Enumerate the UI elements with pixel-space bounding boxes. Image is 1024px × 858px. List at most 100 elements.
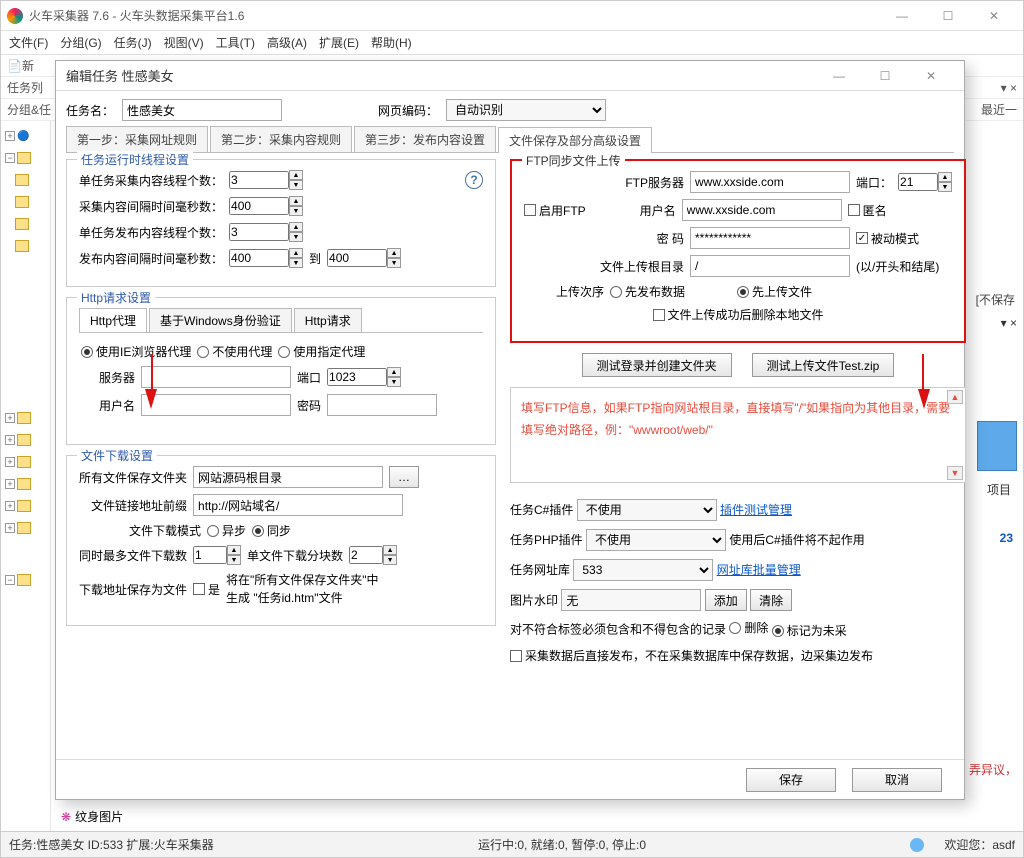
scroll-up-icon[interactable]: ▲ <box>947 390 963 404</box>
close-button[interactable]: ✕ <box>971 1 1017 31</box>
radio-no-proxy[interactable]: 不使用代理 <box>197 343 272 360</box>
menu-task[interactable]: 任务(J) <box>114 34 152 51</box>
radio-async[interactable]: 异步 <box>207 522 246 539</box>
tab-step2[interactable]: 第二步：采集内容规则 <box>210 126 352 152</box>
proxy-server-input[interactable] <box>141 366 291 388</box>
check-anonymous[interactable]: 匿名 <box>848 202 887 219</box>
proxy-user-input[interactable] <box>141 394 291 416</box>
tab-step1[interactable]: 第一步：采集网址规则 <box>66 126 208 152</box>
url-prefix-input[interactable] <box>193 494 403 516</box>
blue-icon <box>977 421 1017 471</box>
clear-watermark-button[interactable]: 清除 <box>750 589 792 611</box>
radio-custom-proxy[interactable]: 使用指定代理 <box>278 343 365 360</box>
dialog-close[interactable]: ✕ <box>908 61 954 91</box>
http-settings: Http请求设置 Http代理 基于Windows身份验证 Http请求 使用I… <box>66 297 496 445</box>
publish-interval-to[interactable] <box>327 249 387 267</box>
status-left: 任务:性感美女 ID:533 扩展:火车采集器 <box>9 836 214 853</box>
recent-label: 最近一 <box>981 101 1017 118</box>
watermark-input[interactable] <box>561 589 701 611</box>
proxy-port-input[interactable] <box>327 368 387 386</box>
user-icon <box>910 838 924 852</box>
subtab-proxy[interactable]: Http代理 <box>79 308 147 332</box>
app-title: 火车采集器 7.6 - 火车头数据采集平台1.6 <box>29 7 244 24</box>
cs-plugin-select[interactable]: 不使用 <box>577 499 717 521</box>
project-label: 项目 <box>987 481 1011 498</box>
radio-ie-proxy[interactable]: 使用IE浏览器代理 <box>81 343 191 360</box>
side-panel-close[interactable]: ▾ × <box>1001 316 1017 330</box>
publish-interval-from[interactable] <box>229 249 289 267</box>
ftp-settings: FTP同步文件上传 FTP服务器 端口： ▲▼ 启用FTP 用户名 匿名 <box>510 159 966 343</box>
menu-tools[interactable]: 工具(T) <box>216 34 255 51</box>
browse-folder-button[interactable]: … <box>389 466 419 488</box>
ftp-root-input[interactable] <box>690 255 850 277</box>
menu-group[interactable]: 分组(G) <box>60 34 101 51</box>
collect-threads-input[interactable] <box>229 171 289 189</box>
tattoo-item[interactable]: ❋纹身图片 <box>61 808 123 825</box>
php-plugin-select[interactable]: 不使用 <box>586 529 726 551</box>
tab-step3[interactable]: 第三步：发布内容设置 <box>354 126 496 152</box>
scroll-down-icon[interactable]: ▼ <box>947 466 963 480</box>
sidebar-close[interactable]: ▾ × <box>1001 81 1017 95</box>
save-button[interactable]: 保存 <box>746 768 836 792</box>
menu-file[interactable]: 文件(F) <box>9 34 48 51</box>
side-label-nosave: [不保存 <box>976 291 1015 308</box>
menu-advanced[interactable]: 高级(A) <box>267 34 307 51</box>
max-downloads-input[interactable] <box>193 546 227 564</box>
chunk-input[interactable] <box>349 546 383 564</box>
task-tree[interactable]: +🔵 − + + + + + + − <box>1 121 51 831</box>
collect-interval-input[interactable] <box>229 197 289 215</box>
test-login-button[interactable]: 测试登录并创建文件夹 <box>582 353 732 377</box>
dialog-minimize[interactable]: — <box>816 61 862 91</box>
status-welcome: 欢迎您：asdf <box>944 836 1015 853</box>
menubar: 文件(F) 分组(G) 任务(J) 视图(V) 工具(T) 高级(A) 扩展(E… <box>1 31 1023 55</box>
radio-upload-first[interactable]: 先上传文件 <box>737 283 812 300</box>
check-del-local[interactable]: 文件上传成功后删除本地文件 <box>653 306 824 323</box>
download-settings: 文件下载设置 所有文件保存文件夹 … 文件链接地址前缀 文件下载模式 异步 同步 <box>66 455 496 626</box>
menu-ext[interactable]: 扩展(E) <box>319 34 359 51</box>
task-name-input[interactable] <box>122 99 282 121</box>
main-titlebar: 火车采集器 7.6 - 火车头数据采集平台1.6 — ☐ ✕ <box>1 1 1023 31</box>
radio-tag-mark[interactable]: 标记为未采 <box>772 622 847 639</box>
subtab-http[interactable]: Http请求 <box>294 308 362 332</box>
ftp-user-input[interactable] <box>682 199 842 221</box>
badge-23: 23 <box>1000 531 1013 545</box>
dialog-maximize[interactable]: ☐ <box>862 61 908 91</box>
tab-step4[interactable]: 文件保存及部分高级设置 <box>498 127 652 153</box>
plugin-test-link[interactable]: 插件测试管理 <box>720 503 792 517</box>
radio-tag-delete[interactable]: 删除 <box>729 619 768 636</box>
help-icon[interactable]: ? <box>465 171 483 189</box>
thread-settings: 任务运行时线程设置 单任务采集内容线程个数： ▲▼ ? 采集内容间隔时间毫秒数：… <box>66 159 496 287</box>
test-upload-button[interactable]: 测试上传文件Test.zip <box>752 353 895 377</box>
minimize-button[interactable]: — <box>879 1 925 31</box>
edit-task-dialog: 编辑任务 性感美女 — ☐ ✕ 任务名： 网页编码： 自动识别 第一步：采集网址… <box>55 60 965 800</box>
task-name-label: 任务名： <box>66 102 114 119</box>
check-passive[interactable]: 被动模式 <box>856 230 919 247</box>
maximize-button[interactable]: ☐ <box>925 1 971 31</box>
info-box: 填写FTP信息，如果FTP指向网站根目录，直接填写"/"如果指向为其他目录，需要… <box>510 387 966 483</box>
menu-help[interactable]: 帮助(H) <box>371 34 412 51</box>
new-doc[interactable]: 新 <box>22 57 34 74</box>
ftp-pwd-input[interactable] <box>690 227 850 249</box>
cancel-button[interactable]: 取消 <box>852 768 942 792</box>
step-tabs: 第一步：采集网址规则 第二步：采集内容规则 第三步：发布内容设置 文件保存及部分… <box>66 127 954 153</box>
url-db-link[interactable]: 网址库批量管理 <box>717 563 801 577</box>
status-run: 运行中:0, 就绪:0, 暂停:0, 停止:0 <box>478 836 646 853</box>
radio-sync[interactable]: 同步 <box>252 522 291 539</box>
menu-view[interactable]: 视图(V) <box>164 34 204 51</box>
url-db-select[interactable]: 533 <box>573 559 713 581</box>
save-folder-input[interactable] <box>193 466 383 488</box>
proxy-pwd-input[interactable] <box>327 394 437 416</box>
app-icon <box>7 8 23 24</box>
check-enable-ftp[interactable]: 启用FTP <box>524 202 586 219</box>
ftp-port-input[interactable] <box>898 173 938 191</box>
subtab-winauth[interactable]: 基于Windows身份验证 <box>149 308 292 332</box>
add-watermark-button[interactable]: 添加 <box>705 589 747 611</box>
radio-publish-first[interactable]: 先发布数据 <box>610 283 685 300</box>
publish-threads-input[interactable] <box>229 223 289 241</box>
check-save-as-file[interactable]: 是 <box>193 581 220 598</box>
ftp-server-input[interactable] <box>690 171 850 193</box>
encoding-label: 网页编码： <box>378 102 438 119</box>
red-note: 弄异议， <box>969 761 1017 778</box>
check-direct-publish[interactable]: 采集数据后直接发布，不在采集数据库中保存数据，边采集边发布 <box>510 647 873 664</box>
encoding-select[interactable]: 自动识别 <box>446 99 606 121</box>
